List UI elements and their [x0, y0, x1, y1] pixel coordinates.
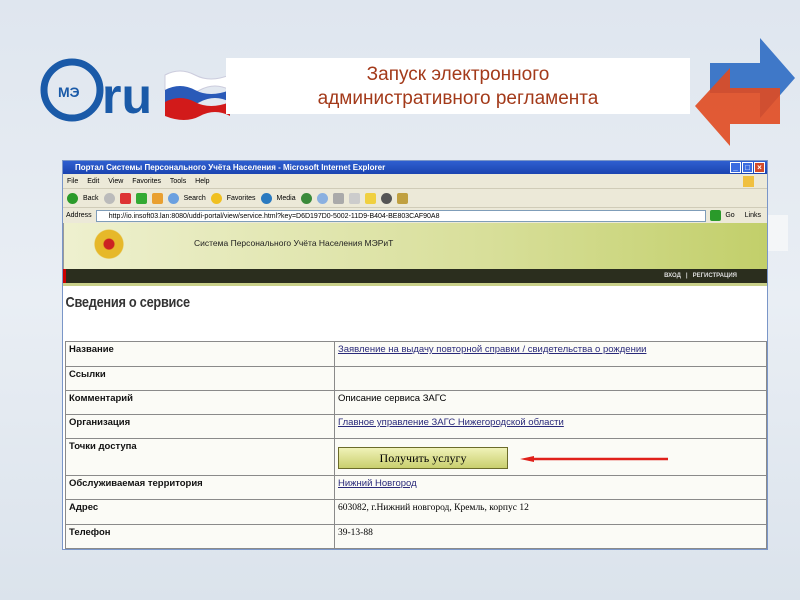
menu-tools[interactable]: Tools [170, 178, 186, 185]
menu-favorites[interactable]: Favorites [132, 178, 161, 185]
search-icon[interactable] [167, 192, 179, 204]
row-value-cell: Нижний Новгород [334, 475, 767, 500]
pointer-arrow-icon [520, 456, 668, 462]
home-icon[interactable] [151, 192, 163, 204]
toolbar: Back Search Favorites Media [63, 189, 767, 208]
site-banner: Система Персонального Учёта Населения МЭ… [63, 223, 767, 269]
get-service-button[interactable]: Получить услугу [338, 447, 508, 469]
discuss-icon[interactable] [364, 192, 376, 204]
go-icon[interactable] [710, 210, 722, 221]
login-link[interactable]: ВХОД [664, 273, 681, 279]
menu-file[interactable]: File [67, 178, 78, 185]
row-value-cell: 39-13-88 [334, 524, 767, 549]
row-value-link[interactable]: Главное управление ЗАГС Нижегородской об… [338, 417, 564, 428]
forward-icon[interactable] [103, 192, 115, 204]
close-button[interactable]: × [754, 162, 765, 173]
links-button[interactable]: Links [739, 208, 767, 223]
minimize-button[interactable]: _ [730, 162, 741, 173]
nav-separator: | [685, 273, 688, 279]
maximize-button[interactable]: □ [742, 162, 753, 173]
svg-text:ru: ru [102, 68, 152, 124]
messenger-icon[interactable] [380, 192, 392, 204]
go-button[interactable]: Go [725, 208, 734, 223]
research-icon[interactable] [396, 192, 408, 204]
menu-bar: File Edit View Favorites Tools Help [63, 174, 767, 189]
row-value: 603082, г.Нижний новгород, Кремль, корпу… [338, 503, 529, 513]
address-bar: Address http://io.insoft03.lan:8080/uddi… [63, 208, 767, 223]
browser-titlebar: Портал Системы Персонального Учёта Насел… [63, 161, 767, 174]
row-value-cell: Описание сервиса ЗАГС [334, 390, 767, 415]
mail-icon[interactable] [316, 192, 328, 204]
coat-of-arms-icon [94, 227, 124, 265]
register-link[interactable]: РЕГИСТРАЦИЯ [693, 273, 737, 279]
page-heading: Сведения о сервисе [65, 294, 191, 311]
slide-title-line2: административного регламента [317, 88, 599, 109]
print-icon[interactable] [332, 192, 344, 204]
favorites-button[interactable]: Favorites [227, 189, 256, 208]
row-label: Точки доступа [65, 438, 335, 476]
row-label: Адрес [65, 499, 335, 525]
exchange-arrows-icon [695, 38, 795, 146]
search-button[interactable]: Search [184, 189, 206, 208]
row-value-cell: 603082, г.Нижний новгород, Кремль, корпу… [334, 499, 767, 525]
side-panel [768, 215, 788, 251]
row-label: Телефон [65, 524, 335, 549]
address-label: Address [66, 212, 92, 219]
table-row: Телефон 39-13-88 [65, 524, 767, 549]
row-value-link[interactable]: Нижний Новгород [338, 478, 417, 489]
row-value-cell [334, 366, 767, 391]
table-row: Ссылки [65, 366, 767, 391]
row-label: Обслуживаемая территория [65, 475, 335, 500]
back-button[interactable]: Back [83, 189, 99, 208]
row-value-cell: Главное управление ЗАГС Нижегородской об… [334, 414, 767, 439]
slide-title: Запуск электронного административного ре… [226, 58, 690, 114]
service-info-table: Название Заявление на выдачу повторной сп… [65, 341, 767, 549]
window-title: Портал Системы Персонального Учёта Насел… [75, 163, 386, 172]
table-row: Название Заявление на выдачу повторной сп… [65, 341, 767, 367]
stop-icon[interactable] [119, 192, 131, 204]
row-label: Название [65, 341, 335, 367]
row-label: Организация [65, 414, 335, 439]
table-row: Организация Главное управление ЗАГС Нижег… [65, 414, 767, 439]
menu-help[interactable]: Help [195, 178, 209, 185]
svg-text:МЭ: МЭ [58, 84, 80, 100]
site-nav-bar: ВХОД | РЕГИСТРАЦИЯ [63, 269, 767, 283]
table-row: Обслуживаемая территория Нижний Новгород [65, 475, 767, 500]
url-input[interactable]: http://io.insoft03.lan:8080/uddi-portal/… [95, 209, 707, 222]
table-row: Адрес 603082, г.Нижний новгород, Кремль, … [65, 499, 767, 525]
menu-edit[interactable]: Edit [87, 178, 99, 185]
browser-window: Портал Системы Персонального Учёта Насел… [62, 160, 768, 550]
media-button[interactable]: Media [277, 189, 296, 208]
row-value: Описание сервиса ЗАГС [338, 393, 447, 404]
row-label: Комментарий [65, 390, 335, 415]
row-value: 39-13-88 [338, 528, 373, 538]
slide-title-line1: Запуск электронного [366, 64, 550, 85]
menu-view[interactable]: View [108, 178, 123, 185]
edit-icon[interactable] [348, 192, 360, 204]
media-icon[interactable] [260, 192, 272, 204]
windows-logo-icon [743, 176, 754, 187]
back-icon[interactable] [67, 192, 78, 204]
row-value-cell: Заявление на выдачу повторной справки / … [334, 341, 767, 367]
merit-ru-logo: МЭ ru [40, 58, 230, 124]
row-value-link[interactable]: Заявление на выдачу повторной справки / … [338, 344, 646, 355]
row-label: Ссылки [65, 366, 335, 391]
table-row: Комментарий Описание сервиса ЗАГС [65, 390, 767, 415]
history-icon[interactable] [300, 192, 312, 204]
favorites-icon[interactable] [210, 192, 222, 204]
refresh-icon[interactable] [135, 192, 147, 204]
system-name: Система Персонального Учёта Населения МЭ… [194, 238, 394, 248]
